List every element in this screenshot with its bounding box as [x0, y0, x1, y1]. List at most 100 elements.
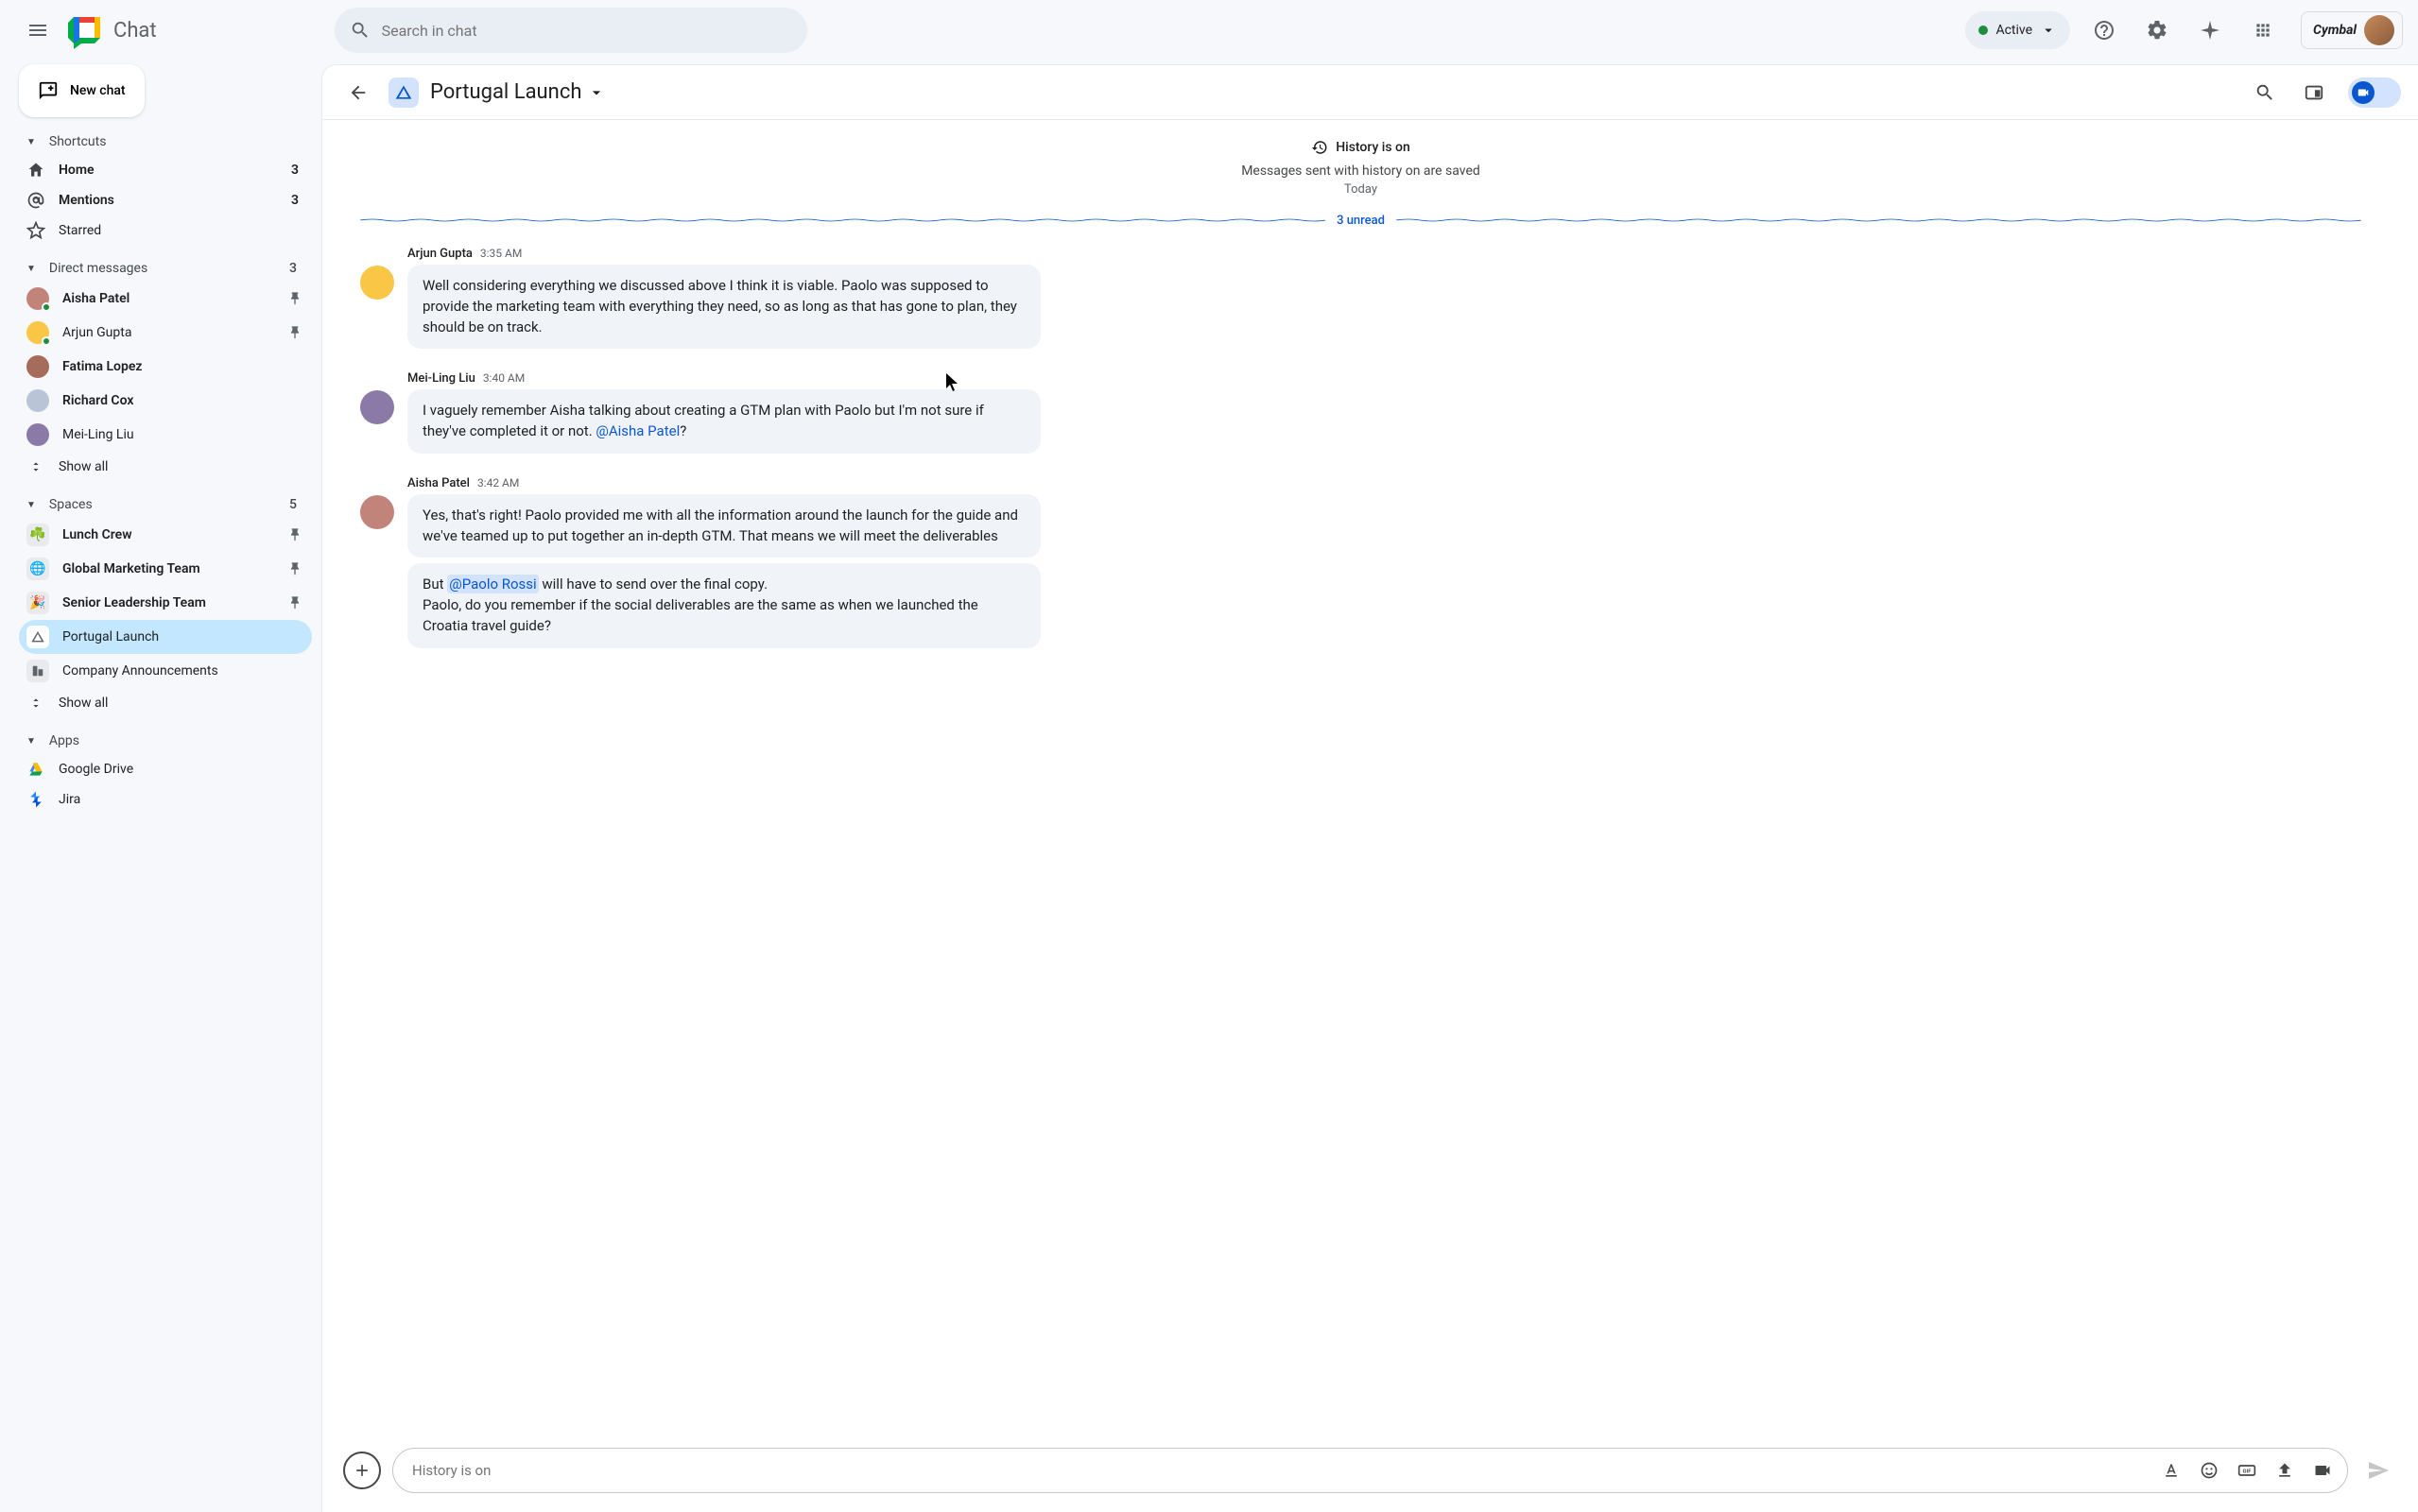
space-label: Portugal Launch	[62, 629, 304, 644]
message-bubble: I vaguely remember Aisha talking about c…	[407, 389, 1041, 454]
search-icon	[350, 20, 371, 41]
history-subtitle: Messages sent with history on are saved	[360, 163, 2361, 179]
unread-divider: 3 unread	[360, 214, 2361, 228]
sparkle-icon	[2199, 19, 2221, 42]
chevron-down-icon	[587, 83, 606, 102]
gemini-button[interactable]	[2191, 11, 2229, 49]
app-label: Jira	[59, 792, 304, 807]
space-item[interactable]: 🌐 Global Marketing Team	[19, 552, 312, 586]
account-switcher[interactable]: Cymbal	[2301, 11, 2403, 49]
jira-icon	[26, 790, 45, 809]
settings-button[interactable]	[2138, 11, 2176, 49]
presence-icon	[42, 336, 51, 346]
nav-home[interactable]: Home 3	[19, 155, 312, 185]
emoji-icon	[2200, 1461, 2219, 1480]
search-input[interactable]	[382, 22, 792, 40]
new-chat-label: New chat	[70, 83, 126, 98]
chevron-down-icon	[2040, 22, 2057, 39]
mention[interactable]: @Paolo Rossi	[447, 575, 538, 593]
status-chip[interactable]: Active	[1965, 11, 2070, 49]
dm-show-all[interactable]: Show all	[19, 452, 312, 482]
message-author: Mei-Ling Liu	[407, 371, 475, 386]
conversation-panel: Portugal Launch History	[321, 64, 2418, 1512]
history-icon	[1311, 139, 1328, 156]
send-button[interactable]	[2359, 1452, 2397, 1489]
apps-grid-icon	[2254, 21, 2272, 40]
space-label: Lunch Crew	[62, 527, 274, 542]
app-item-jira[interactable]: Jira	[19, 784, 312, 815]
section-spaces-header[interactable]: ▼ Spaces 5	[19, 491, 312, 518]
nav-home-label: Home	[59, 163, 278, 178]
section-dms-header[interactable]: ▼ Direct messages 3	[19, 255, 312, 282]
app-item-drive[interactable]: Google Drive	[19, 754, 312, 784]
space-icon: 🎉	[26, 592, 49, 614]
new-chat-icon	[38, 80, 59, 101]
section-shortcuts-header[interactable]: ▼ Shortcuts	[19, 129, 312, 155]
help-button[interactable]	[2085, 11, 2123, 49]
space-icon	[26, 626, 49, 648]
space-icon	[26, 660, 49, 682]
dm-label: Richard Cox	[62, 393, 304, 408]
gif-button[interactable]: GIF	[2230, 1453, 2264, 1487]
nav-starred[interactable]: Starred	[19, 215, 312, 246]
space-item[interactable]: Company Announcements	[19, 654, 312, 688]
presence-dot-icon	[1978, 26, 1988, 35]
send-icon	[2367, 1459, 2390, 1482]
sidebar: New chat ▼ Shortcuts Home 3 Mentions 3 S…	[0, 60, 321, 1512]
dm-item[interactable]: Richard Cox	[19, 384, 312, 418]
message-group: Arjun Gupta 3:35 AM Well considering eve…	[360, 247, 1041, 354]
compose-input[interactable]	[412, 1462, 2150, 1479]
show-all-label: Show all	[59, 459, 304, 474]
compose-field[interactable]: GIF	[392, 1448, 2348, 1493]
space-item[interactable]: 🎉 Senior Leadership Team	[19, 586, 312, 620]
dm-item[interactable]: Arjun Gupta	[19, 316, 312, 350]
dm-item[interactable]: Aisha Patel	[19, 282, 312, 316]
apps-button[interactable]	[2244, 11, 2282, 49]
search-in-space-button[interactable]	[2246, 74, 2284, 112]
messages-area: History is on Messages sent with history…	[322, 120, 2418, 1438]
dm-avatar	[26, 321, 49, 344]
message-avatar	[360, 266, 394, 300]
unread-label: 3 unread	[1337, 214, 1385, 228]
space-item-active[interactable]: Portugal Launch	[19, 620, 312, 654]
main-menu-button[interactable]	[15, 8, 60, 53]
space-title-button[interactable]: Portugal Launch	[430, 80, 606, 104]
collapse-icon: ▼	[26, 500, 36, 510]
panel-button[interactable]	[2295, 74, 2333, 112]
show-all-label: Show all	[59, 696, 304, 711]
space-item[interactable]: ☘️ Lunch Crew	[19, 518, 312, 552]
section-dms-count: 3	[289, 261, 297, 276]
spaces-show-all[interactable]: Show all	[19, 688, 312, 718]
section-apps-header[interactable]: ▼ Apps	[19, 728, 312, 754]
dm-item[interactable]: Fatima Lopez	[19, 350, 312, 384]
back-button[interactable]	[339, 74, 377, 112]
nav-mentions[interactable]: Mentions 3	[19, 185, 312, 215]
dm-label: Fatima Lopez	[62, 359, 304, 374]
search-box[interactable]	[335, 8, 807, 53]
app-title: Chat	[113, 19, 157, 43]
help-icon	[2093, 19, 2116, 42]
dm-item[interactable]: Mei-Ling Liu	[19, 418, 312, 452]
add-attachment-button[interactable]	[343, 1452, 381, 1489]
mention[interactable]: @Aisha Patel	[596, 422, 680, 439]
nav-mentions-count: 3	[291, 193, 299, 208]
emoji-button[interactable]	[2192, 1453, 2226, 1487]
upload-button[interactable]	[2268, 1453, 2302, 1487]
video-icon	[2352, 81, 2375, 104]
status-label: Active	[1995, 23, 2032, 38]
chat-logo-icon	[68, 11, 106, 49]
dm-label: Arjun Gupta	[62, 325, 274, 340]
pin-icon	[287, 291, 302, 306]
panel-icon	[2304, 82, 2324, 103]
new-chat-button[interactable]: New chat	[19, 64, 145, 117]
account-brand: Cymbal	[2313, 23, 2357, 38]
meet-toggle[interactable]	[2348, 77, 2401, 108]
space-label: Global Marketing Team	[62, 561, 274, 576]
nav-starred-label: Starred	[59, 223, 304, 238]
format-button[interactable]	[2154, 1453, 2188, 1487]
video-button[interactable]	[2306, 1453, 2340, 1487]
nav-mentions-label: Mentions	[59, 193, 278, 208]
pin-icon	[287, 561, 302, 576]
space-icon: ☘️	[26, 524, 49, 546]
section-spaces-count: 5	[289, 497, 297, 512]
